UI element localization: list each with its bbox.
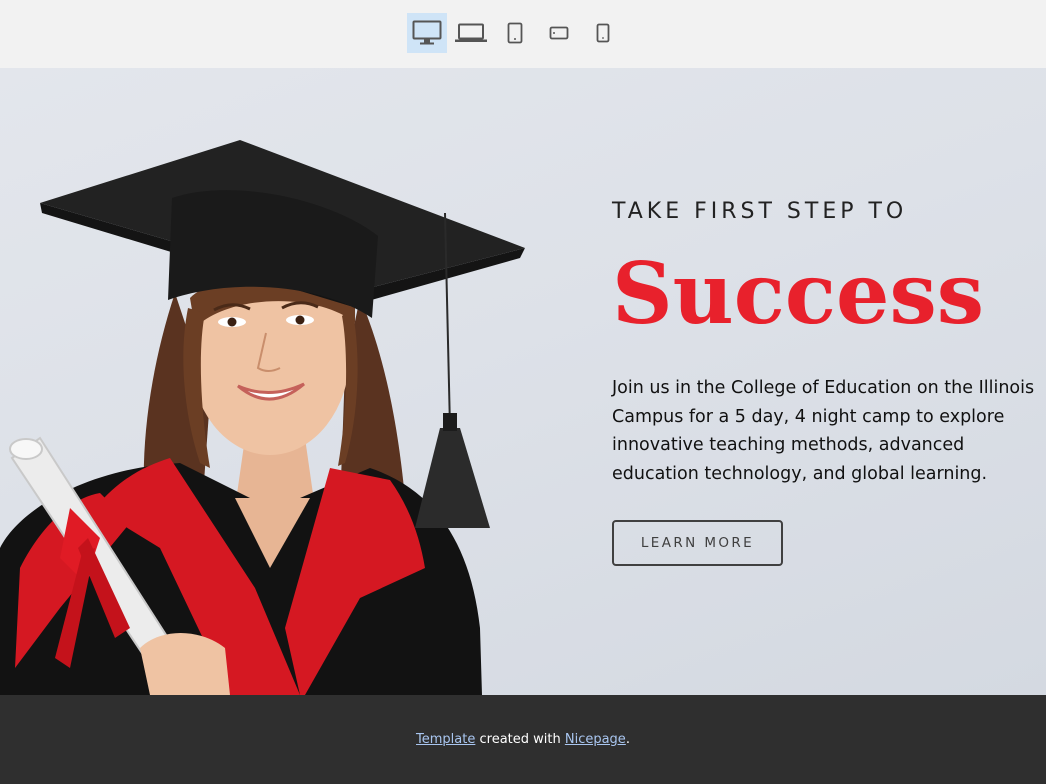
- template-link[interactable]: Template: [416, 732, 475, 747]
- phone-icon: [596, 23, 610, 43]
- tablet-view-button[interactable]: [495, 13, 535, 53]
- hero-headline: Success: [612, 244, 985, 343]
- learn-more-button[interactable]: LEARN MORE: [612, 520, 783, 566]
- device-toolbar: [0, 0, 1046, 68]
- laptop-view-button[interactable]: [451, 13, 491, 53]
- tablet-icon: [507, 22, 523, 44]
- laptop-icon: [455, 23, 487, 42]
- hero-content: TAKE FIRST STEP TO Success Join us in th…: [612, 198, 1042, 566]
- footer-middle-text: created with: [475, 732, 565, 747]
- footer: Template created with Nicepage.: [0, 695, 1046, 784]
- nicepage-link[interactable]: Nicepage: [565, 732, 626, 747]
- hero-description: Join us in the College of Education on t…: [612, 378, 1035, 485]
- desktop-icon: [412, 20, 442, 45]
- graduate-photo: [0, 140, 525, 695]
- desktop-view-button[interactable]: [407, 13, 447, 53]
- footer-end-text: .: [625, 732, 630, 747]
- phone-view-button[interactable]: [583, 13, 623, 53]
- tablet-landscape-view-button[interactable]: [539, 13, 579, 53]
- tablet-landscape-icon: [549, 26, 569, 40]
- hero-eyebrow: TAKE FIRST STEP TO: [612, 199, 908, 224]
- footer-text: Template created with Nicepage.: [416, 732, 630, 747]
- hero-section: TAKE FIRST STEP TO Success Join us in th…: [0, 68, 1046, 695]
